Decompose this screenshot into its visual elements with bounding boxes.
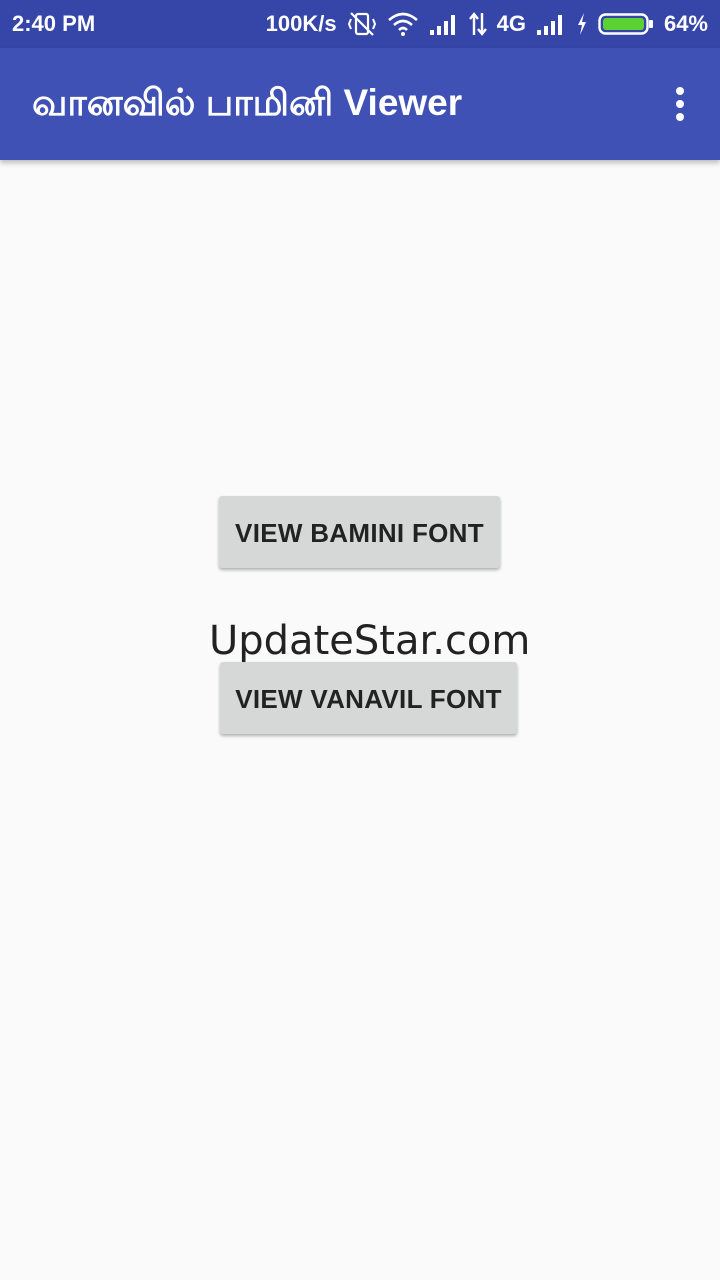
network-type: 4G — [496, 11, 526, 36]
watermark-text: UpdateStar.com — [209, 618, 531, 664]
wifi-icon — [387, 11, 419, 37]
status-icons: 100K/s 4G 64% — [266, 0, 708, 48]
app-bar: வானவில் பாமினி Viewer — [0, 48, 720, 160]
network-speed: 100K/s — [265, 11, 337, 36]
vibrate-off-icon — [347, 11, 377, 37]
signal-icon — [429, 12, 459, 36]
view-bamini-font-button[interactable]: VIEW BAMINI FONT — [219, 496, 500, 568]
more-vert-icon[interactable] — [670, 86, 690, 122]
charging-icon — [576, 12, 588, 36]
signal-icon — [536, 12, 566, 36]
status-time: 2:40 PM — [12, 11, 96, 36]
status-bar: 2:40 PM 100K/s 4G 64% — [0, 0, 720, 48]
battery-icon — [598, 12, 654, 36]
battery-percent: 64% — [663, 11, 708, 36]
screen: 2:40 PM 100K/s 4G 64% வானவில் பாமினி Vie… — [0, 0, 720, 1280]
app-title: வானவில் பாமினி Viewer — [32, 82, 463, 123]
view-vanavil-font-button[interactable]: VIEW VANAVIL FONT — [220, 662, 517, 734]
data-arrows-icon — [468, 11, 487, 37]
